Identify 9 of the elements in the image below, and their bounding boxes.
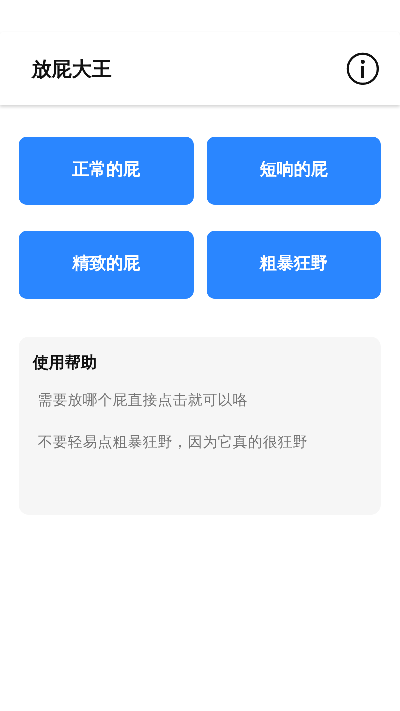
app-title: 放屁大王 [32, 56, 112, 82]
sound-button[interactable]: 正常的屁 [19, 137, 194, 205]
help-title: 使用帮助 [33, 352, 98, 374]
sound-button[interactable]: 短响的屁 [206, 137, 381, 205]
info-icon[interactable] [346, 52, 380, 86]
sound-button[interactable]: 粗暴狂野 [206, 231, 381, 299]
sound-button[interactable]: 精致的屁 [19, 231, 194, 299]
help-text: 需要放哪个屁直接点击就可以咯 [38, 392, 249, 411]
help-text: 不要轻易点粗暴狂野，因为它真的很狂野 [38, 434, 309, 453]
